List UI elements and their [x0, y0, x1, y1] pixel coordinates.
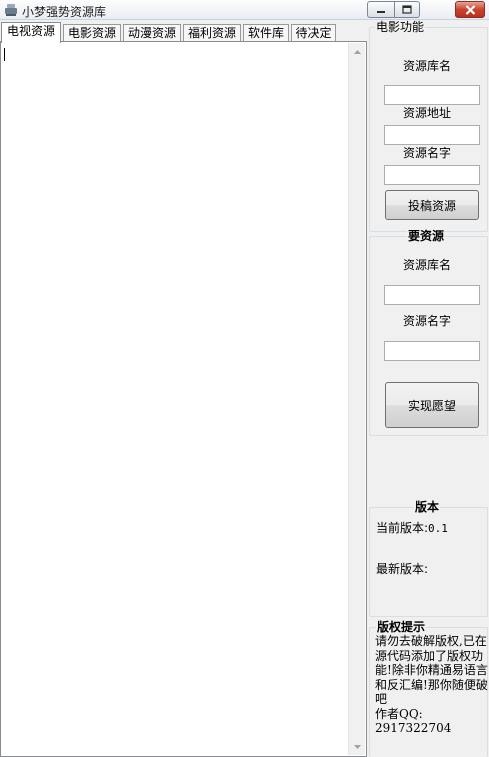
chevron-up-icon: [354, 49, 361, 54]
submit-resource-button[interactable]: 投稿资源: [385, 190, 479, 220]
maximize-button[interactable]: [394, 1, 420, 18]
chevron-down-icon: [354, 744, 361, 749]
tab-panel: [0, 41, 367, 757]
current-version-value: 0.1: [428, 522, 448, 535]
author-qq-label: 作者QQ:: [375, 706, 423, 721]
text-caret: [4, 48, 5, 61]
copyright-text: 请勿去破解版权,已在源代码添加了版权功能!除非你精通易语言和反汇编!那你随便破吧: [375, 634, 488, 706]
tab-software[interactable]: 软件库: [243, 24, 289, 42]
window-title: 小梦强势资源库: [22, 5, 107, 19]
wish-repo-name-label: 资源库名: [403, 258, 452, 272]
minimize-button[interactable]: [367, 1, 394, 18]
tab-undecided[interactable]: 待决定: [291, 24, 336, 42]
minimize-icon: [377, 10, 385, 13]
copyright-notice: 请勿去破解版权,已在源代码添加了版权功能!除非你精通易语言和反汇编!那你随便破吧…: [375, 634, 489, 736]
repo-name-input[interactable]: [384, 85, 480, 105]
app-icon: [5, 4, 17, 16]
wish-legend: 要资源: [407, 229, 446, 243]
resource-name-input[interactable]: [384, 165, 480, 185]
author-qq-value: 2917322704: [375, 721, 452, 735]
vertical-scrollbar[interactable]: [348, 43, 365, 755]
tab-tv[interactable]: 电视资源: [1, 22, 61, 43]
version-legend: 版本: [414, 500, 441, 514]
latest-version: 最新版本:: [376, 562, 428, 577]
scroll-up-arrow[interactable]: [349, 43, 366, 60]
latest-version-label: 最新版本:: [376, 562, 429, 576]
close-icon: [465, 4, 475, 15]
wish-repo-name-input[interactable]: [384, 285, 480, 305]
scroll-down-arrow[interactable]: [349, 738, 366, 755]
copyright-legend: 版权提示: [376, 620, 427, 634]
wish-resource-name-label: 资源名字: [403, 314, 452, 328]
resource-name-label: 资源名字: [403, 146, 452, 160]
tab-movie[interactable]: 电影资源: [63, 24, 121, 42]
wish-resource-name-input[interactable]: [384, 341, 480, 361]
tab-anime[interactable]: 动漫资源: [123, 24, 181, 42]
tab-welfare[interactable]: 福利资源: [183, 24, 241, 42]
resource-address-input[interactable]: [384, 125, 480, 145]
close-button[interactable]: [455, 1, 485, 18]
fulfill-wish-button[interactable]: 实现愿望: [385, 382, 479, 428]
content-textarea[interactable]: [2, 43, 365, 755]
resource-address-label: 资源地址: [403, 106, 452, 120]
maximize-icon: [402, 5, 412, 14]
title-bar[interactable]: 小梦强势资源库: [0, 0, 489, 20]
movie-function-legend: 电影功能: [375, 20, 426, 34]
repo-name-label: 资源库名: [403, 59, 452, 73]
current-version: 当前版本:0.1: [376, 521, 448, 536]
current-version-label: 当前版本:: [376, 521, 429, 535]
